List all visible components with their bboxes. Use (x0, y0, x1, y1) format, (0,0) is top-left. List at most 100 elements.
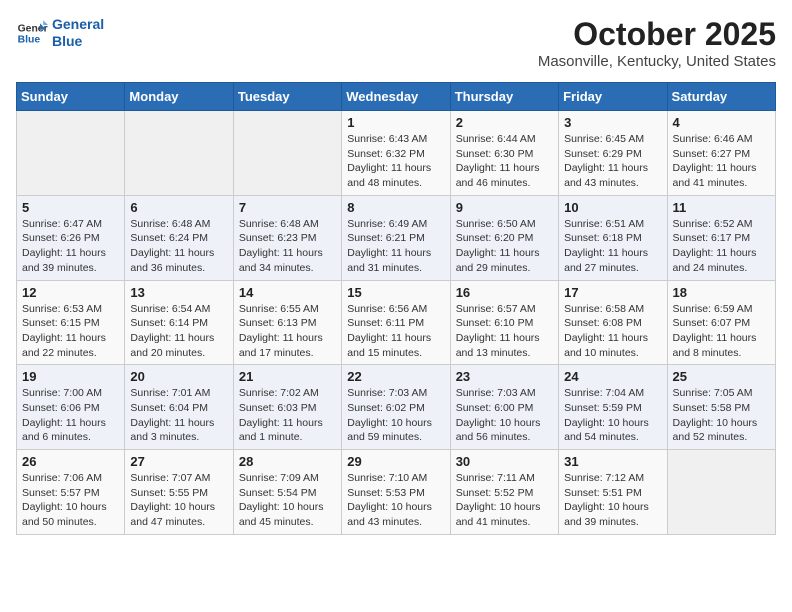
day-info: Sunrise: 7:09 AM Sunset: 5:54 PM Dayligh… (239, 471, 336, 530)
day-number: 4 (673, 115, 770, 130)
calendar-cell (17, 111, 125, 196)
calendar-table: SundayMondayTuesdayWednesdayThursdayFrid… (16, 82, 776, 535)
title-block: October 2025 Masonville, Kentucky, Unite… (538, 16, 776, 70)
day-info: Sunrise: 6:54 AM Sunset: 6:14 PM Dayligh… (130, 302, 227, 361)
day-info: Sunrise: 6:45 AM Sunset: 6:29 PM Dayligh… (564, 132, 661, 191)
day-info: Sunrise: 7:12 AM Sunset: 5:51 PM Dayligh… (564, 471, 661, 530)
calendar-cell: 13 Sunrise: 6:54 AM Sunset: 6:14 PM Dayli… (125, 280, 233, 365)
location: Masonville, Kentucky, United States (538, 53, 776, 70)
day-info: Sunrise: 6:56 AM Sunset: 6:11 PM Dayligh… (347, 302, 444, 361)
day-number: 15 (347, 285, 444, 300)
day-info: Sunrise: 6:55 AM Sunset: 6:13 PM Dayligh… (239, 302, 336, 361)
weekday-header-sunday: Sunday (17, 83, 125, 111)
calendar-cell: 23Sunrise: 7:03 AM Sunset: 6:00 PM Dayli… (450, 365, 558, 450)
calendar-cell: 11 Sunrise: 6:52 AM Sunset: 6:17 PM Dayli… (667, 195, 775, 280)
day-number: 24 (564, 369, 661, 384)
weekday-header-thursday: Thursday (450, 83, 558, 111)
calendar-cell: 31 Sunrise: 7:12 AM Sunset: 5:51 PM Dayli… (559, 450, 667, 535)
calendar-cell: 2 Sunrise: 6:44 AM Sunset: 6:30 PM Daylig… (450, 111, 558, 196)
calendar-cell: 6 Sunrise: 6:48 AM Sunset: 6:24 PM Daylig… (125, 195, 233, 280)
calendar-cell: 19 Sunrise: 7:00 AM Sunset: 6:06 PM Dayli… (17, 365, 125, 450)
calendar-cell: 21Sunrise: 7:02 AM Sunset: 6:03 PM Dayli… (233, 365, 341, 450)
calendar-cell (125, 111, 233, 196)
logo-name-line1: General (52, 16, 104, 33)
calendar-week-1: 1 Sunrise: 6:43 AM Sunset: 6:32 PM Daylig… (17, 111, 776, 196)
calendar-cell (667, 450, 775, 535)
day-info: Sunrise: 7:06 AM Sunset: 5:57 PM Dayligh… (22, 471, 119, 530)
calendar-cell: 30 Sunrise: 7:11 AM Sunset: 5:52 PM Dayli… (450, 450, 558, 535)
calendar-week-4: 19 Sunrise: 7:00 AM Sunset: 6:06 PM Dayli… (17, 365, 776, 450)
weekday-header-monday: Monday (125, 83, 233, 111)
day-info: Sunrise: 6:59 AM Sunset: 6:07 PM Dayligh… (673, 302, 770, 361)
calendar-cell: 17 Sunrise: 6:58 AM Sunset: 6:08 PM Dayli… (559, 280, 667, 365)
day-number: 28 (239, 454, 336, 469)
day-number: 6 (130, 200, 227, 215)
calendar-cell: 22Sunrise: 7:03 AM Sunset: 6:02 PM Dayli… (342, 365, 450, 450)
day-number: 17 (564, 285, 661, 300)
day-number: 11 (673, 200, 770, 215)
day-info: Sunrise: 6:43 AM Sunset: 6:32 PM Dayligh… (347, 132, 444, 191)
day-info: Sunrise: 7:05 AM Sunset: 5:58 PM Dayligh… (673, 386, 770, 445)
day-number: 20 (130, 369, 227, 384)
logo-name-line2: Blue (52, 33, 104, 50)
day-info: Sunrise: 6:50 AM Sunset: 6:20 PM Dayligh… (456, 217, 553, 276)
calendar-cell: 15 Sunrise: 6:56 AM Sunset: 6:11 PM Dayli… (342, 280, 450, 365)
calendar-cell: 7 Sunrise: 6:48 AM Sunset: 6:23 PM Daylig… (233, 195, 341, 280)
calendar-week-3: 12Sunrise: 6:53 AM Sunset: 6:15 PM Dayli… (17, 280, 776, 365)
calendar-cell: 16 Sunrise: 6:57 AM Sunset: 6:10 PM Dayli… (450, 280, 558, 365)
day-info: Sunrise: 6:57 AM Sunset: 6:10 PM Dayligh… (456, 302, 553, 361)
calendar-week-5: 26Sunrise: 7:06 AM Sunset: 5:57 PM Dayli… (17, 450, 776, 535)
month-title: October 2025 (538, 16, 776, 53)
day-info: Sunrise: 6:58 AM Sunset: 6:08 PM Dayligh… (564, 302, 661, 361)
calendar-cell: 3Sunrise: 6:45 AM Sunset: 6:29 PM Daylig… (559, 111, 667, 196)
day-info: Sunrise: 7:10 AM Sunset: 5:53 PM Dayligh… (347, 471, 444, 530)
day-number: 1 (347, 115, 444, 130)
day-number: 7 (239, 200, 336, 215)
calendar-cell: 9Sunrise: 6:50 AM Sunset: 6:20 PM Daylig… (450, 195, 558, 280)
day-info: Sunrise: 6:47 AM Sunset: 6:26 PM Dayligh… (22, 217, 119, 276)
calendar-cell: 1 Sunrise: 6:43 AM Sunset: 6:32 PM Daylig… (342, 111, 450, 196)
day-info: Sunrise: 7:07 AM Sunset: 5:55 PM Dayligh… (130, 471, 227, 530)
day-number: 16 (456, 285, 553, 300)
calendar-cell: 20 Sunrise: 7:01 AM Sunset: 6:04 PM Dayli… (125, 365, 233, 450)
day-number: 13 (130, 285, 227, 300)
day-info: Sunrise: 6:52 AM Sunset: 6:17 PM Dayligh… (673, 217, 770, 276)
day-number: 19 (22, 369, 119, 384)
day-number: 29 (347, 454, 444, 469)
weekday-header-friday: Friday (559, 83, 667, 111)
weekday-header-tuesday: Tuesday (233, 83, 341, 111)
calendar-cell: 8 Sunrise: 6:49 AM Sunset: 6:21 PM Daylig… (342, 195, 450, 280)
day-number: 27 (130, 454, 227, 469)
calendar-cell: 26Sunrise: 7:06 AM Sunset: 5:57 PM Dayli… (17, 450, 125, 535)
day-number: 30 (456, 454, 553, 469)
day-info: Sunrise: 6:48 AM Sunset: 6:24 PM Dayligh… (130, 217, 227, 276)
calendar-cell: 18 Sunrise: 6:59 AM Sunset: 6:07 PM Dayli… (667, 280, 775, 365)
weekday-header-saturday: Saturday (667, 83, 775, 111)
calendar-cell: 10Sunrise: 6:51 AM Sunset: 6:18 PM Dayli… (559, 195, 667, 280)
day-info: Sunrise: 7:11 AM Sunset: 5:52 PM Dayligh… (456, 471, 553, 530)
day-info: Sunrise: 7:01 AM Sunset: 6:04 PM Dayligh… (130, 386, 227, 445)
calendar-cell: 5Sunrise: 6:47 AM Sunset: 6:26 PM Daylig… (17, 195, 125, 280)
day-info: Sunrise: 6:53 AM Sunset: 6:15 PM Dayligh… (22, 302, 119, 361)
day-info: Sunrise: 6:49 AM Sunset: 6:21 PM Dayligh… (347, 217, 444, 276)
day-info: Sunrise: 6:44 AM Sunset: 6:30 PM Dayligh… (456, 132, 553, 191)
calendar-cell: 25Sunrise: 7:05 AM Sunset: 5:58 PM Dayli… (667, 365, 775, 450)
day-info: Sunrise: 6:48 AM Sunset: 6:23 PM Dayligh… (239, 217, 336, 276)
day-info: Sunrise: 6:51 AM Sunset: 6:18 PM Dayligh… (564, 217, 661, 276)
day-number: 8 (347, 200, 444, 215)
day-number: 2 (456, 115, 553, 130)
calendar-cell: 12Sunrise: 6:53 AM Sunset: 6:15 PM Dayli… (17, 280, 125, 365)
day-number: 18 (673, 285, 770, 300)
svg-text:Blue: Blue (18, 34, 41, 45)
day-info: Sunrise: 7:00 AM Sunset: 6:06 PM Dayligh… (22, 386, 119, 445)
logo-icon: General Blue (16, 17, 48, 49)
day-info: Sunrise: 7:03 AM Sunset: 6:02 PM Dayligh… (347, 386, 444, 445)
calendar-cell: 14Sunrise: 6:55 AM Sunset: 6:13 PM Dayli… (233, 280, 341, 365)
calendar-cell: 4 Sunrise: 6:46 AM Sunset: 6:27 PM Daylig… (667, 111, 775, 196)
calendar-cell (233, 111, 341, 196)
day-number: 31 (564, 454, 661, 469)
calendar-cell: 27 Sunrise: 7:07 AM Sunset: 5:55 PM Dayli… (125, 450, 233, 535)
logo: General Blue General Blue (16, 16, 104, 50)
day-info: Sunrise: 6:46 AM Sunset: 6:27 PM Dayligh… (673, 132, 770, 191)
calendar-week-2: 5Sunrise: 6:47 AM Sunset: 6:26 PM Daylig… (17, 195, 776, 280)
